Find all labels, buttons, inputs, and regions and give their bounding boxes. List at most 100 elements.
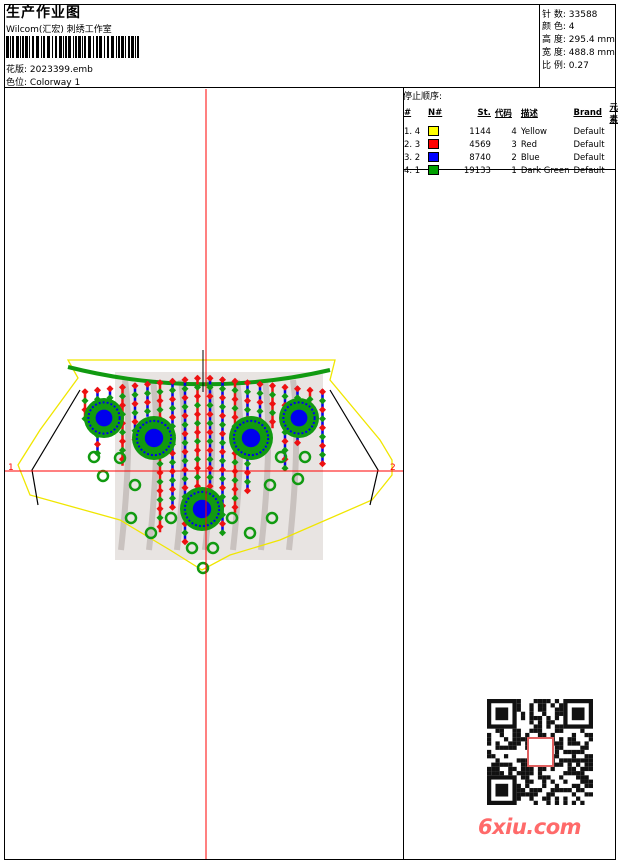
qr-module: [529, 771, 534, 776]
qr-module: [554, 783, 560, 789]
barcode-bar: [55, 36, 57, 58]
stitches-cell: 1144: [469, 126, 491, 137]
barcode-bar: [47, 36, 50, 58]
qr-module: [542, 711, 547, 716]
qr-module: [516, 699, 521, 704]
legend-column-divider: [403, 88, 404, 860]
stat-scale: 比 例: 0.27: [542, 61, 589, 71]
qr-finder-core: [571, 707, 585, 721]
qr-module: [580, 745, 585, 750]
barcode-bar: [88, 36, 91, 58]
barcode-bar: [6, 36, 9, 58]
qr-module: [559, 745, 564, 750]
qr-module: [584, 775, 589, 780]
color-swatch-cell: [426, 138, 462, 151]
barcode-bar: [107, 36, 109, 58]
qr-module: [567, 762, 572, 767]
qr-module: [491, 771, 496, 776]
qr-module: [533, 699, 538, 704]
qr-module: [576, 741, 581, 746]
qr-module: [554, 728, 560, 733]
qr-module: [537, 699, 543, 704]
qr-module: [487, 766, 492, 772]
qr-module: [529, 779, 534, 784]
barcode-bar: [75, 36, 77, 58]
qr-module: [546, 796, 551, 801]
barcode-bar: [96, 36, 98, 58]
qr-module: [584, 732, 589, 738]
legend-row: 3. 2 8740 2 Blue Default: [402, 151, 620, 164]
qr-module: [516, 792, 521, 797]
element-cell: [607, 164, 620, 177]
qr-module: [554, 800, 560, 805]
qr-module: [559, 758, 564, 763]
qr-module: [537, 775, 543, 780]
qr-module: [567, 749, 572, 755]
qr-module: [487, 749, 492, 755]
qr-module: [546, 724, 551, 729]
qr-module: [567, 788, 572, 793]
seq-cell: 2. 3: [404, 139, 421, 150]
qr-module: [529, 766, 534, 772]
qr-module: [520, 711, 526, 716]
qr-module: [516, 783, 521, 789]
qr-module: [563, 800, 568, 805]
barcode-bar: [59, 36, 62, 58]
qr-module: [508, 762, 513, 767]
qr-module: [546, 775, 551, 780]
qr-module: [567, 771, 572, 776]
qr-module: [520, 737, 526, 742]
seq-cell: 3. 2: [404, 152, 421, 163]
qr-module: [550, 788, 555, 793]
qr-module: [542, 775, 547, 780]
watermark-text: 6xiu.com: [478, 815, 582, 839]
qr-module: [525, 766, 530, 772]
element-cell: [607, 125, 620, 138]
qr-module: [576, 749, 581, 755]
brand-cell: Default: [573, 152, 605, 163]
qr-module: [584, 758, 589, 763]
qr-module: [529, 720, 534, 725]
qr-module: [588, 779, 593, 784]
qr-module: [512, 741, 517, 746]
qr-finder-core: [495, 707, 509, 721]
qr-module: [571, 741, 577, 746]
qr-module: [588, 762, 593, 767]
qr-module: [571, 800, 577, 805]
qr-module: [580, 771, 585, 776]
qr-module: [559, 788, 564, 793]
qr-module: [520, 758, 526, 763]
qr-module: [533, 724, 538, 729]
qr-module: [554, 754, 560, 759]
qr-module: [546, 720, 551, 725]
qr-module: [542, 707, 547, 712]
qr-module: [563, 749, 568, 755]
qr-module: [542, 766, 547, 772]
medallion-right-inner-center: [241, 428, 261, 448]
qr-module: [508, 745, 513, 750]
small-ring: [96, 469, 110, 483]
qr-module: [584, 792, 589, 797]
barcode-bar: [93, 36, 94, 58]
qr-module: [571, 749, 577, 755]
qr-module: [487, 741, 492, 746]
qr-module: [537, 707, 543, 712]
qr-module: [571, 758, 577, 763]
qr-module: [588, 792, 593, 797]
seq-cell: 1. 4: [404, 126, 421, 137]
qr-module: [559, 728, 564, 733]
qr-module: [516, 732, 521, 738]
qr-module: [520, 715, 526, 721]
barcode-bar: [32, 36, 34, 58]
qr-module: [554, 741, 560, 746]
qr-module: [554, 699, 560, 704]
qr-module: [554, 796, 560, 801]
qr-module: [495, 728, 500, 733]
qr-module: [516, 703, 521, 708]
qr-module: [529, 788, 534, 793]
qr-module: [571, 766, 577, 772]
qr-module: [516, 796, 521, 801]
qr-module: [588, 766, 593, 772]
design-file-row: 花版: 2023399.emb: [6, 62, 93, 75]
qr-module: [529, 707, 534, 712]
